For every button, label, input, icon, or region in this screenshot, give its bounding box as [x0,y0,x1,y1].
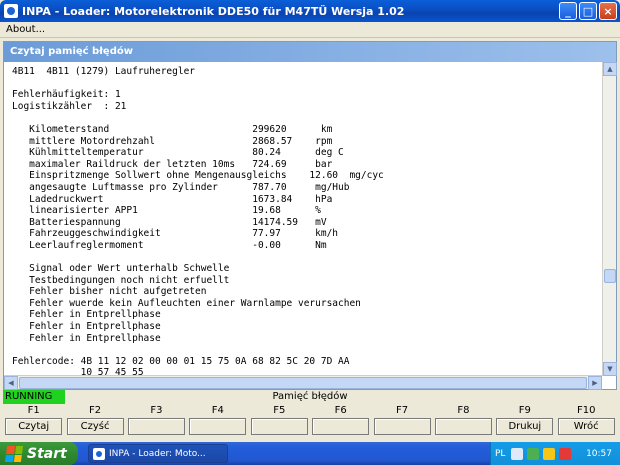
f5-button[interactable] [250,418,308,435]
scroll-up-icon[interactable]: ▲ [603,62,617,76]
tray-network-icon[interactable] [527,447,540,460]
fkey-f6: F6 [310,404,371,436]
taskbar-item-inpa[interactable]: INPA - Loader: Moto... [88,444,228,463]
fkey-f3: F3 [126,404,187,436]
close-button[interactable]: × [599,2,617,20]
f7-button[interactable] [373,418,431,435]
fkey-number: F8 [457,405,470,416]
vertical-scroll-thumb[interactable] [604,269,616,283]
fkey-number: F9 [518,405,531,416]
menu-bar: About... [0,22,620,38]
taskbar-item-label: INPA - Loader: Moto... [109,448,206,459]
fkey-f2: F2 Czyść [64,404,125,436]
app-icon [4,4,18,18]
tray-shield-icon[interactable] [543,447,556,460]
clock: 10:57 [586,448,612,459]
window-controls: _ □ × [559,2,617,20]
clear-button[interactable]: Czyść [66,418,124,435]
print-button[interactable]: Drukuj [496,418,554,435]
fkey-f1: F1 Czytaj [3,404,64,436]
scroll-right-icon[interactable]: ▶ [588,376,602,390]
error-memory-panel: Czytaj pamięć błędów 4B11 4B11 (1279) La… [3,41,617,390]
fkey-f5: F5 [249,404,310,436]
scroll-left-icon[interactable]: ◀ [4,376,18,390]
fkey-number: F10 [576,405,596,416]
read-button[interactable]: Czytaj [5,418,63,435]
panel-header: Czytaj pamięć błędów [4,42,616,62]
tray-app-icon[interactable] [511,447,524,460]
language-indicator[interactable]: PL [495,449,505,459]
horizontal-scrollbar[interactable]: ◀ ▶ [4,375,602,390]
f8-button[interactable] [434,418,492,435]
fkey-number: F6 [334,405,347,416]
window-title: INPA - Loader: Motorelektronik DDE50 für… [22,4,405,18]
start-button[interactable]: Start [0,442,78,465]
fkey-number: F4 [211,405,224,416]
system-tray: PL 10:57 [490,442,620,465]
tray-security-icon[interactable] [559,447,572,460]
fkey-f8: F8 [433,404,494,436]
error-details-text-area[interactable]: 4B11 4B11 (1279) Laufruheregler Fehlerhä… [6,64,602,376]
minimize-button[interactable]: _ [559,2,577,20]
start-label: Start [27,445,67,462]
fkey-f10: F10 Wróć [556,404,617,436]
f4-button[interactable] [189,418,247,435]
vertical-scrollbar[interactable]: ▲ ▼ [602,62,617,376]
fkey-number: F3 [150,405,163,416]
function-key-bar: F1 Czytaj F2 Czyść F3 F4 F5 F6 F7 F8 F9 Dru… [3,404,617,436]
fkey-number: F1 [27,405,40,416]
status-title: Pamięć błędów [272,391,348,402]
fkey-number: F7 [395,405,409,416]
fkey-f4: F4 [187,404,248,436]
fkey-number: F5 [273,405,286,416]
f6-button[interactable] [312,418,370,435]
error-details-text: 4B11 4B11 (1279) Laufruheregler Fehlerhä… [12,66,384,376]
back-button[interactable]: Wróć [557,418,615,435]
inpa-icon [93,447,105,460]
horizontal-scroll-thumb[interactable] [19,377,587,389]
f3-button[interactable] [127,418,185,435]
windows-logo-icon [4,445,24,462]
menu-item-about[interactable]: About... [6,24,45,35]
scroll-down-icon[interactable]: ▼ [603,362,617,376]
status-row: Pamięć błędów RUNNING [3,390,617,404]
taskbar: Start INPA - Loader: Moto... PL 10:57 [0,442,620,465]
running-indicator: RUNNING [3,390,65,404]
maximize-button[interactable]: □ [579,2,597,20]
fkey-number: F2 [89,405,102,416]
fkey-f7: F7 [371,404,432,436]
title-bar[interactable]: INPA - Loader: Motorelektronik DDE50 für… [0,0,620,22]
fkey-f9: F9 Drukuj [494,404,555,436]
